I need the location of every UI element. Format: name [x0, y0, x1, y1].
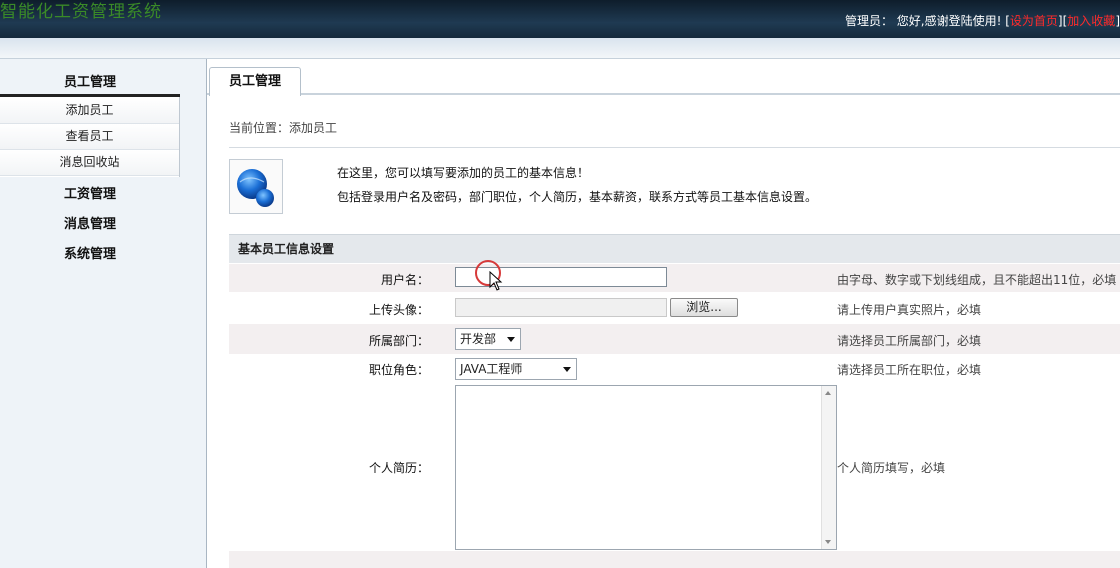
sidebar-section-salary[interactable]: 工资管理 [0, 183, 180, 202]
scroll-down-icon [825, 540, 831, 544]
employee-submenu: 添加员工 查看员工 消息回收站 [0, 97, 180, 177]
form-section-title: 基本员工信息设置 [229, 234, 1120, 263]
textarea-scrollbar[interactable] [821, 386, 836, 549]
app-title: 智能化工资管理系统 [0, 2, 162, 22]
sidebar: 员工管理 添加员工 查看员工 消息回收站 工资管理 消息管理 系统管理 [0, 59, 207, 568]
header-strip [0, 38, 1120, 59]
sidebar-item-view-employee[interactable]: 查看员工 [0, 124, 179, 150]
set-home-link[interactable]: 设为首页 [1010, 14, 1058, 28]
avatar-label: 上传头像： [368, 303, 429, 317]
department-value: 开发部 [460, 332, 497, 346]
role-value: JAVA工程师 [460, 362, 523, 376]
browse-button[interactable]: 浏览... [670, 298, 738, 317]
intro-globe-icon [229, 159, 283, 214]
bracket: ] [1115, 14, 1120, 28]
resume-label: 个人简历： [368, 461, 429, 475]
intro-line-1: 在这里，您可以填写要添加的员工的基本信息！ [337, 166, 590, 180]
form-row-department: 所属部门： 开发部 请选择员工所属部门，必填 [229, 324, 1120, 354]
header-user-bar: 管理员： 您好,感谢登陆使用! [设为首页][加入收藏] [845, 12, 1120, 29]
resume-hint: 个人简历填写，必填 [837, 461, 946, 475]
divider [229, 147, 1120, 148]
form-row-avatar: 上传头像： 浏览... 请上传用户真实照片，必填 [229, 294, 1120, 322]
role-select[interactable]: JAVA工程师 [455, 358, 577, 380]
form-row-role: 职位角色： JAVA工程师 请选择员工所在职位，必填 [229, 355, 1120, 383]
top-header: 智能化工资管理系统 管理员： 您好,感谢登陆使用! [设为首页][加入收藏] [0, 0, 1120, 38]
form-row-next [229, 551, 1120, 568]
chevron-down-icon [563, 367, 571, 372]
tab-bar: 员工管理 [207, 59, 1120, 96]
form-row-resume: 个人简历： 个人简历填写，必填 [229, 385, 1120, 551]
department-select[interactable]: 开发部 [455, 328, 521, 350]
sidebar-item-add-employee[interactable]: 添加员工 [0, 98, 179, 124]
chevron-down-icon [507, 337, 515, 342]
sidebar-section-message[interactable]: 消息管理 [0, 213, 180, 232]
role-label: 职位角色： [368, 363, 429, 377]
username-label: 用户名： [380, 273, 429, 287]
sidebar-item-message-recycle[interactable]: 消息回收站 [0, 150, 179, 176]
department-label: 所属部门： [368, 334, 429, 348]
mouse-pointer-icon [489, 271, 503, 291]
role-hint: 请选择员工所在职位，必填 [837, 363, 982, 377]
breadcrumb: 当前位置：添加员工 [229, 121, 338, 135]
add-favorite-link[interactable]: 加入收藏 [1067, 14, 1115, 28]
sidebar-section-system[interactable]: 系统管理 [0, 243, 180, 262]
sidebar-section-employee[interactable]: 员工管理 [0, 71, 180, 90]
form-row-username: 用户名： 由字母、数字或下划线组成，且不能超出11位，必填 [229, 264, 1120, 292]
tab-employee-management[interactable]: 员工管理 [209, 67, 301, 96]
resume-textarea[interactable] [455, 385, 837, 550]
intro-line-2: 包括登录用户名及密码，部门职位，个人简历，基本薪资，联系方式等员工基本信息设置。 [337, 190, 818, 204]
department-hint: 请选择员工所属部门，必填 [837, 334, 982, 348]
avatar-file-field[interactable] [455, 298, 667, 317]
greeting-text: 管理员： 您好,感谢登陆使用! [844, 14, 1002, 28]
main-content: 员工管理 当前位置：添加员工 在这里，您可以填写要添加的员工的基本信息！ 包括登… [207, 59, 1120, 568]
avatar-hint: 请上传用户真实照片，必填 [837, 303, 982, 317]
scroll-up-icon [825, 391, 831, 395]
username-hint: 由字母、数字或下划线组成，且不能超出11位，必填 [837, 273, 1117, 287]
